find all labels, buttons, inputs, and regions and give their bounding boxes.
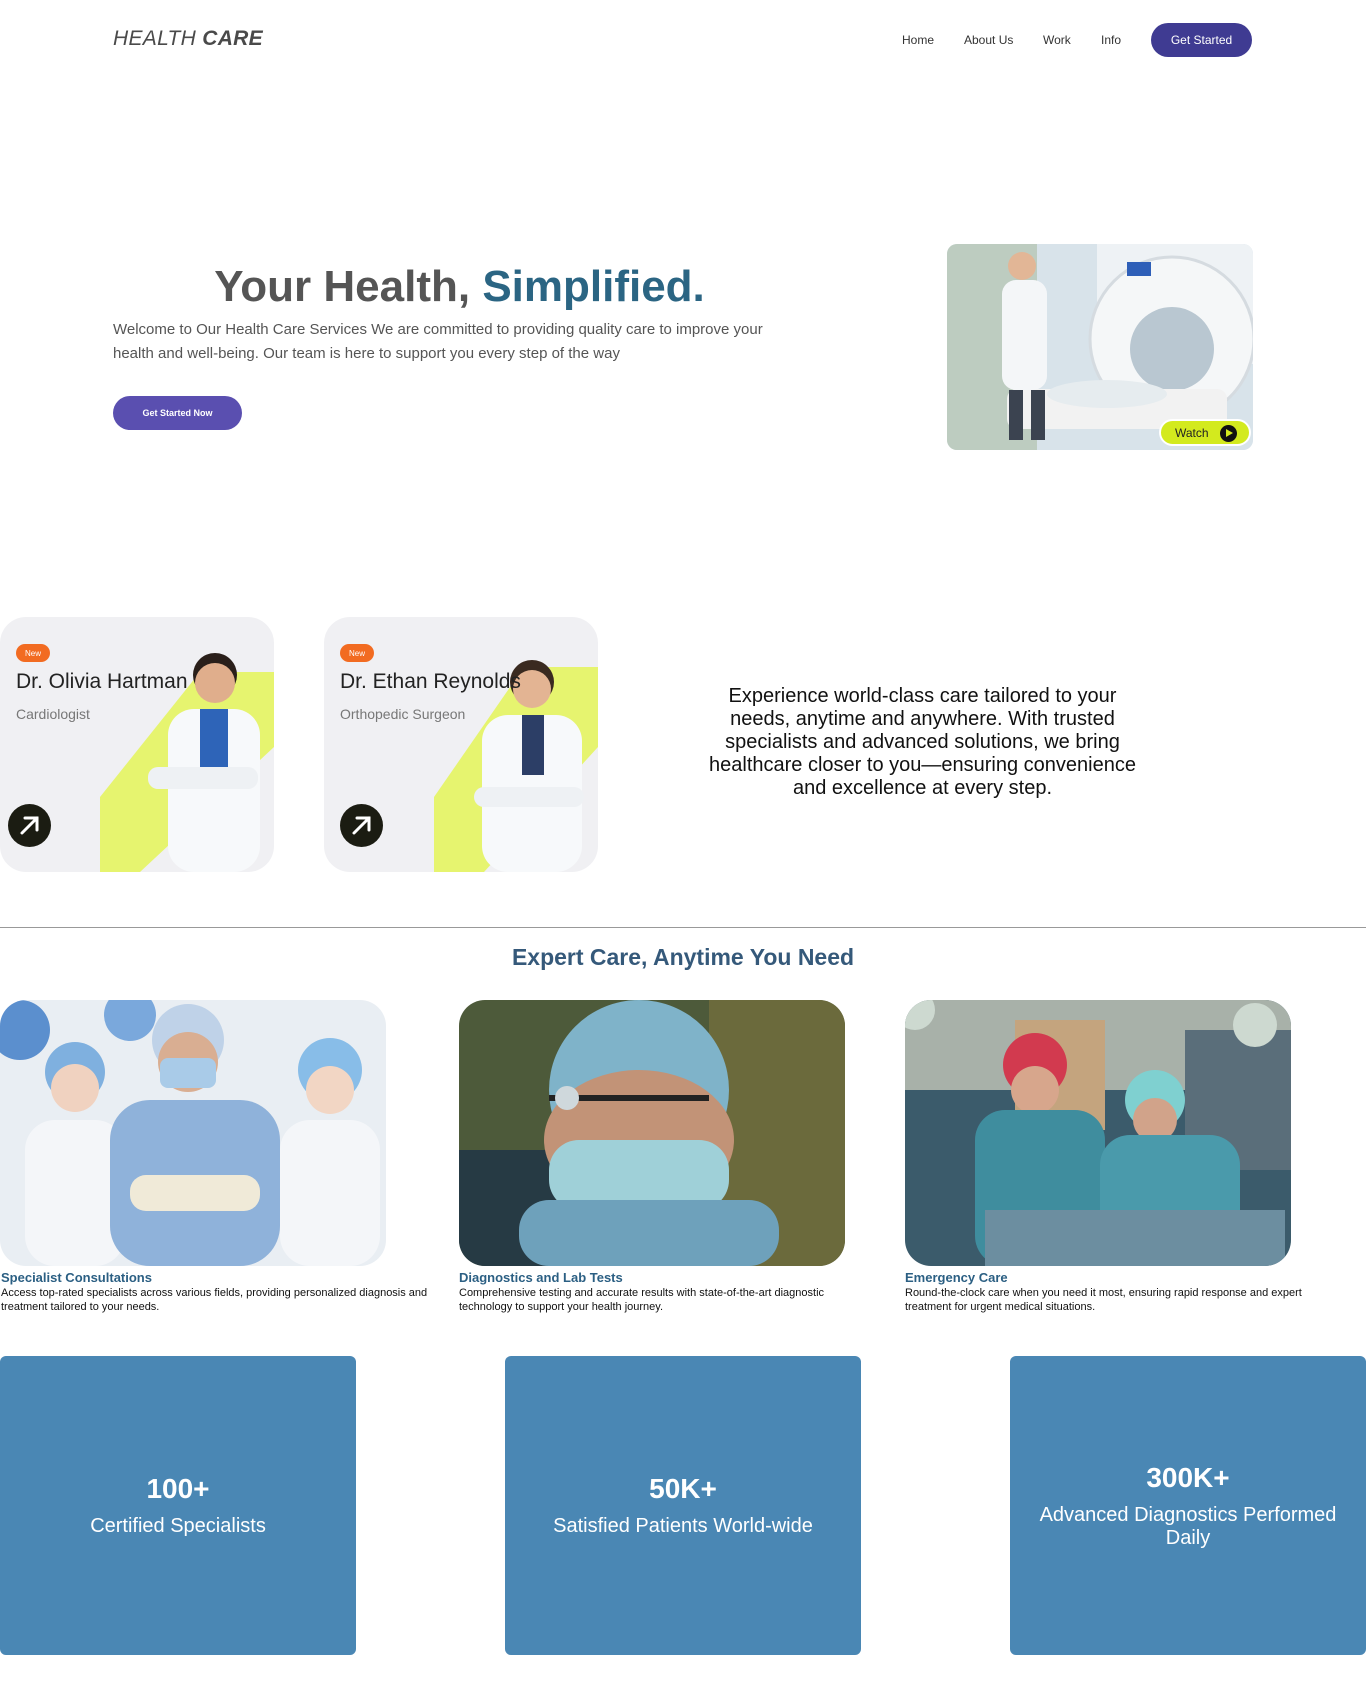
play-icon xyxy=(1220,425,1237,442)
doctor-name: Dr. Olivia Hartman xyxy=(16,670,188,693)
stat-label: Satisfied Patients World-wide xyxy=(553,1515,813,1537)
stat-value: 100+ xyxy=(146,1473,210,1504)
stat-card-diagnostics: 300K+ Advanced Diagnostics Performed Dai… xyxy=(1010,1356,1366,1655)
doctor-card-olivia[interactable]: New Dr. Olivia Hartman Cardiologist xyxy=(0,617,274,872)
service-title: Specialist Consultations xyxy=(1,1270,152,1285)
services-section-title: Expert Care, Anytime You Need xyxy=(511,944,855,970)
logo-bold-text: CARE xyxy=(202,27,263,50)
top-navigation: HEALTH CARE Home About Us Work Info Get … xyxy=(0,0,1366,80)
stat-label: Certified Specialists xyxy=(90,1515,266,1537)
logo-light-text: HEALTH xyxy=(113,27,203,50)
emergency-care-image xyxy=(905,1000,1291,1266)
hero-title: Your Health, Simplified. xyxy=(113,262,806,312)
get-started-now-button[interactable]: Get Started Now xyxy=(113,396,242,430)
watch-video-button[interactable]: Watch xyxy=(1159,419,1251,446)
service-description: Round-the-clock care when you need it mo… xyxy=(905,1287,1302,1313)
stat-card-patients: 50K+ Satisfied Patients World-wide xyxy=(505,1356,861,1655)
service-title: Diagnostics and Lab Tests xyxy=(459,1270,623,1285)
stat-label: Advanced Diagnostics Performed Daily xyxy=(1039,1503,1337,1549)
service-description: Comprehensive testing and accurate resul… xyxy=(459,1287,825,1313)
arrow-up-right-icon[interactable] xyxy=(8,804,51,847)
new-badge: New xyxy=(340,644,374,662)
nav-link-info[interactable]: Info xyxy=(1101,33,1121,47)
diagnostics-image xyxy=(459,1000,845,1266)
service-title: Emergency Care xyxy=(905,1270,1008,1285)
hero-title-accent: Simplified. xyxy=(482,262,705,311)
nav-link-home[interactable]: Home xyxy=(902,33,934,47)
hero-title-plain: Your Health, xyxy=(214,262,483,311)
stat-value: 50K+ xyxy=(649,1473,717,1504)
arrow-up-right-icon[interactable] xyxy=(340,804,383,847)
get-started-button[interactable]: Get Started xyxy=(1151,23,1252,57)
doctor-specialty: Cardiologist xyxy=(16,706,90,722)
section-divider xyxy=(0,927,1366,928)
doctor-name: Dr. Ethan Reynolds xyxy=(340,670,521,693)
site-logo[interactable]: HEALTH CARE xyxy=(113,27,263,51)
stat-card-specialists: 100+ Certified Specialists xyxy=(0,1356,356,1655)
nav-link-work[interactable]: Work xyxy=(1043,33,1071,47)
service-description: Access top-rated specialists across vari… xyxy=(1,1287,428,1313)
new-badge: New xyxy=(16,644,50,662)
doctor-specialty: Orthopedic Surgeon xyxy=(340,706,466,722)
nav-link-about[interactable]: About Us xyxy=(964,33,1013,47)
doctor-card-ethan[interactable]: New Dr. Ethan Reynolds Orthopedic Surgeo… xyxy=(324,617,598,872)
experience-text: Experience world-class care tailored to … xyxy=(709,685,1136,799)
hero-description: Welcome to Our Health Care Services We a… xyxy=(113,321,763,362)
watch-label: Watch xyxy=(1175,425,1209,440)
specialist-team-image xyxy=(0,1000,386,1266)
stat-value: 300K+ xyxy=(1146,1461,1230,1493)
